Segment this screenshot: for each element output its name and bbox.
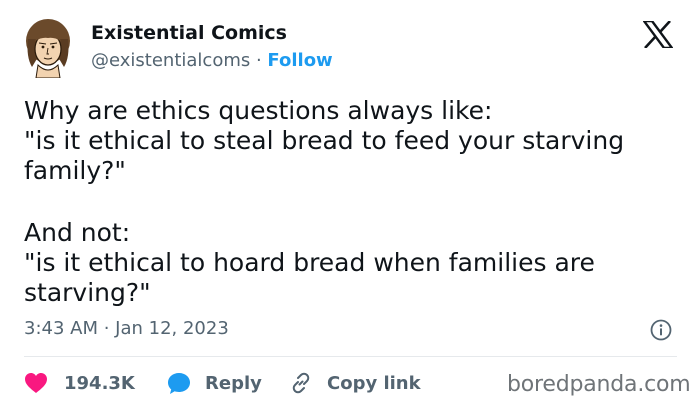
tweet-text: Why are ethics questions always like: "i… bbox=[24, 96, 674, 308]
speech-bubble-icon bbox=[168, 372, 190, 394]
watermark: boredpanda.com bbox=[507, 372, 691, 397]
author-handle-line: @existentialcoms · Follow bbox=[91, 50, 333, 71]
author-handle[interactable]: @existentialcoms bbox=[91, 50, 250, 71]
reply-label: Reply bbox=[205, 372, 262, 394]
copy-link-button[interactable]: Copy link bbox=[289, 368, 421, 398]
follow-button[interactable]: Follow bbox=[267, 50, 332, 71]
divider bbox=[24, 356, 677, 357]
tweet-line: Why are ethics questions always like: bbox=[24, 96, 493, 125]
tweet-line: "is it ethical to steal bread to feed yo… bbox=[24, 126, 625, 185]
x-logo-icon[interactable] bbox=[643, 21, 673, 48]
tweet-card: Existential Comics @existentialcoms · Fo… bbox=[0, 0, 700, 410]
tweet-line: "is it ethical to hoard bread when famil… bbox=[24, 248, 595, 307]
like-button[interactable]: 194.3K bbox=[24, 368, 135, 398]
like-count: 194.3K bbox=[64, 372, 135, 394]
info-icon[interactable] bbox=[650, 319, 672, 341]
handle-separator: · bbox=[250, 50, 268, 71]
reply-button[interactable]: Reply bbox=[167, 368, 262, 398]
tweet-line: And not: bbox=[24, 218, 131, 247]
copy-link-label: Copy link bbox=[327, 372, 421, 394]
avatar[interactable] bbox=[24, 17, 72, 78]
heart-icon bbox=[25, 373, 47, 393]
tweet-timestamp[interactable]: 3:43 AM · Jan 12, 2023 bbox=[24, 318, 229, 339]
author-name[interactable]: Existential Comics bbox=[91, 22, 287, 44]
link-icon bbox=[292, 372, 310, 394]
